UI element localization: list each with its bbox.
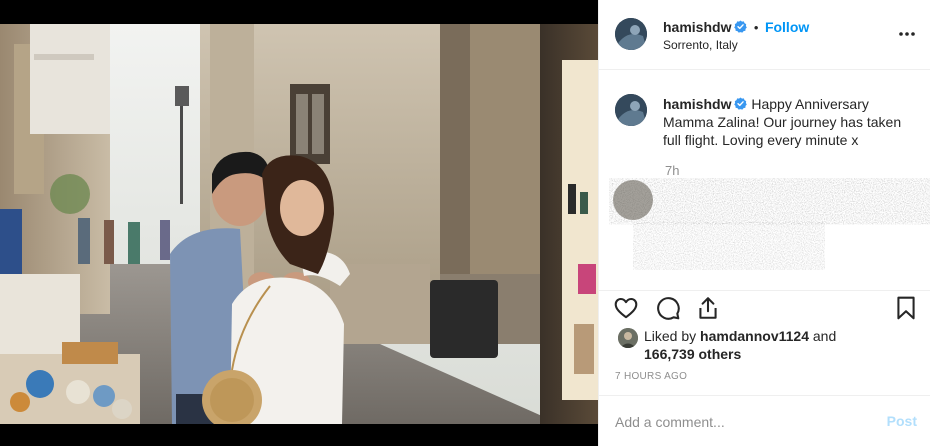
likes-text: Liked by hamdannov1124 and 166,739 other… xyxy=(644,327,836,363)
verified-badge-icon xyxy=(734,20,748,33)
likes-section: Liked by hamdannov1124 and 166,739 other… xyxy=(599,324,930,364)
heart-icon[interactable] xyxy=(613,295,639,321)
comment-box: Post xyxy=(599,395,930,446)
author-username[interactable]: hamishdw xyxy=(663,19,731,35)
caption-username[interactable]: hamishdw xyxy=(663,96,731,112)
author-avatar-image xyxy=(615,18,647,50)
post-photo-image xyxy=(0,24,598,424)
likes-middle: and xyxy=(808,328,837,344)
caption-age[interactable]: 7h xyxy=(665,163,679,178)
action-bar xyxy=(599,290,930,322)
caption-section: hamishdw Happy Anniversary Mamma Zalina!… xyxy=(599,70,930,290)
caption-author-avatar[interactable] xyxy=(615,94,647,126)
photo-pane xyxy=(0,0,598,446)
caption-avatar-image xyxy=(615,94,647,126)
likes-count[interactable]: 166,739 others xyxy=(644,346,741,362)
post-header: hamishdw • Follow Sorrento, Italy xyxy=(599,0,930,70)
more-options-icon[interactable] xyxy=(897,26,917,42)
verified-badge-icon xyxy=(734,97,748,110)
follow-button[interactable]: Follow xyxy=(765,19,809,35)
author-line: hamishdw • Follow xyxy=(663,19,809,37)
caption-text-block: hamishdw Happy Anniversary Mamma Zalina!… xyxy=(663,95,913,149)
post-photo[interactable] xyxy=(0,24,598,424)
liker-avatar-image xyxy=(618,328,638,348)
share-icon[interactable] xyxy=(695,295,721,321)
comment-bubble-icon[interactable] xyxy=(655,295,681,321)
comment-input[interactable] xyxy=(615,412,865,432)
bookmark-icon[interactable] xyxy=(893,295,919,321)
post-timestamp[interactable]: 7 HOURS AGO xyxy=(615,371,687,382)
blurred-comments xyxy=(609,178,930,266)
likes-prefix: Liked by xyxy=(644,328,701,344)
liker-username[interactable]: hamdannov1124 xyxy=(700,328,809,344)
post-location[interactable]: Sorrento, Italy xyxy=(663,38,738,52)
liker-avatar[interactable] xyxy=(618,328,638,348)
post-side-panel: hamishdw • Follow Sorrento, Italy hamish… xyxy=(598,0,930,446)
separator-dot: • xyxy=(753,20,759,35)
post-comment-button[interactable]: Post xyxy=(887,413,917,429)
author-avatar[interactable] xyxy=(615,18,647,50)
